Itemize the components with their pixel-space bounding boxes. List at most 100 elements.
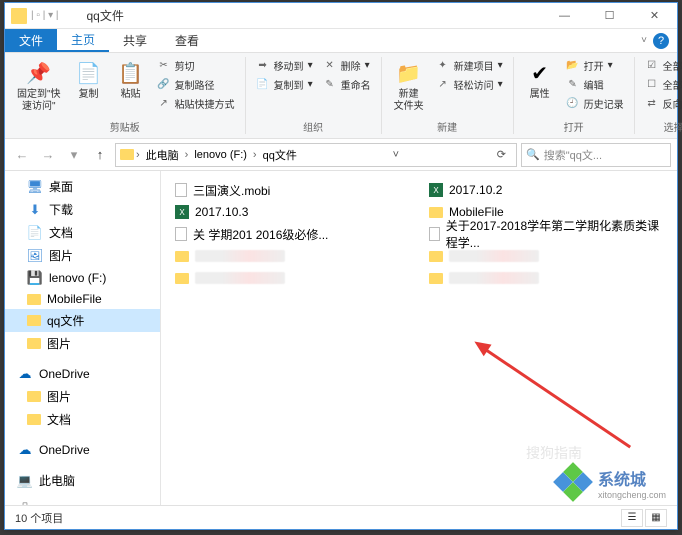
folder-icon	[27, 294, 41, 305]
pc-icon: 💻	[17, 473, 33, 489]
properties-icon: ✔	[526, 59, 554, 87]
pasteshortcut-button[interactable]: ↗粘贴快捷方式	[155, 95, 237, 112]
file-name	[195, 272, 285, 284]
breadcrumb-dropdown[interactable]: ˅	[387, 149, 405, 161]
selectall-button[interactable]: ☑全部选择	[643, 57, 682, 74]
copyto-button[interactable]: 📄复制到 ▾	[254, 76, 315, 93]
navigation-pane[interactable]: 🖥桌面 ⬇下载 📄文档 🖼图片 💾lenovo (F:) MobileFile …	[5, 171, 161, 505]
tab-view[interactable]: 查看	[161, 29, 213, 52]
nav-documents[interactable]: 📄文档	[5, 221, 160, 244]
details-view-button[interactable]: ☰	[621, 509, 643, 527]
file-name	[449, 272, 539, 284]
newitem-icon: ✦	[436, 59, 450, 73]
search-input[interactable]: 🔍 搜索"qq文...	[521, 143, 671, 167]
paste-button[interactable]: 📋 粘贴	[113, 57, 149, 117]
rename-button[interactable]: ✎重命名	[321, 76, 373, 93]
selectnone-button[interactable]: ☐全部取消	[643, 76, 682, 93]
rename-icon: ✎	[323, 78, 337, 92]
moveto-button[interactable]: ➡移动到 ▾	[254, 57, 315, 74]
up-button[interactable]: ↑	[89, 144, 111, 166]
file-item[interactable]	[419, 267, 673, 289]
easyaccess-button[interactable]: ↗轻松访问 ▾	[434, 76, 505, 93]
icons-view-button[interactable]: ▦	[645, 509, 667, 527]
chevron-right-icon[interactable]: ›	[251, 149, 259, 161]
easy-icon: ↗	[436, 78, 450, 92]
nav-lenovo-drive[interactable]: 💾lenovo (F:)	[5, 267, 160, 289]
group-label-organize: 组织	[254, 117, 373, 134]
nav-network[interactable]: 🖧网络	[5, 500, 160, 505]
tab-home[interactable]: 主页	[57, 29, 109, 52]
ribbon-tabs: 文件 主页 共享 查看 ˅ ?	[5, 29, 677, 53]
copy-button[interactable]: 📄 复制	[71, 57, 107, 117]
invert-button[interactable]: ⇄反向选择	[643, 95, 682, 112]
recent-button[interactable]: ▾	[63, 144, 85, 166]
file-item[interactable]	[165, 245, 419, 267]
nav-pictures3[interactable]: 图片	[5, 385, 160, 408]
file-item[interactable]: 三国演义.mobi	[165, 179, 419, 201]
view-toggle: ☰ ▦	[621, 509, 667, 527]
edit-button[interactable]: ✎编辑	[564, 76, 626, 93]
nav-pictures2[interactable]: 图片	[5, 332, 160, 355]
cut-icon: ✂	[157, 59, 171, 73]
xls-icon: X	[429, 183, 443, 197]
chevron-right-icon[interactable]: ›	[134, 149, 142, 161]
file-name: 2017.10.2	[449, 183, 502, 197]
nav-qqfiles[interactable]: qq文件	[5, 309, 160, 332]
breadcrumb-folder[interactable]: qq文件	[259, 147, 301, 163]
file-list[interactable]: 三国演义.mobiX2017.10.3关 学期201 2016级必修... X2…	[161, 171, 677, 505]
window-title: qq文件	[58, 7, 542, 24]
titlebar: | ▫ | ▾ | qq文件 — ☐ ✕	[5, 3, 677, 29]
open-button[interactable]: 📂打开 ▾	[564, 57, 626, 74]
history-button[interactable]: 🕘历史记录	[564, 95, 626, 112]
nav-mobilefile[interactable]: MobileFile	[5, 289, 160, 309]
minimize-button[interactable]: —	[542, 3, 587, 29]
path-icon: 🔗	[157, 78, 171, 92]
selectall-icon: ☑	[645, 59, 659, 73]
maximize-button[interactable]: ☐	[587, 3, 632, 29]
file-item[interactable]: X 2017.10.2	[419, 179, 673, 201]
ribbon-expand-icon[interactable]: ˅	[641, 35, 647, 46]
file-item[interactable]: 关 学期201 2016级必修...	[165, 223, 419, 245]
nav-pictures[interactable]: 🖼图片	[5, 244, 160, 267]
download-icon: ⬇	[27, 202, 43, 218]
folder-icon	[175, 251, 189, 262]
nav-downloads[interactable]: ⬇下载	[5, 198, 160, 221]
close-button[interactable]: ✕	[632, 3, 677, 29]
breadcrumb[interactable]: › 此电脑 › lenovo (F:) › qq文件 ˅ ⟳	[115, 143, 517, 167]
nav-desktop[interactable]: 🖥桌面	[5, 175, 160, 198]
delete-button[interactable]: ✕删除 ▾	[321, 57, 373, 74]
open-icon: 📂	[566, 59, 580, 73]
nav-onedrive[interactable]: ☁OneDrive	[5, 363, 160, 385]
breadcrumb-drive[interactable]: lenovo (F:)	[190, 149, 251, 161]
properties-button[interactable]: ✔ 属性	[522, 57, 558, 117]
file-item[interactable]: 关于2017-2018学年第二学期化素质类课程学...	[419, 223, 673, 245]
newfolder-button[interactable]: 📁 新建 文件夹	[390, 57, 428, 117]
nav-documents2[interactable]: 文档	[5, 408, 160, 431]
copypath-button[interactable]: 🔗复制路径	[155, 76, 237, 93]
chevron-right-icon[interactable]: ›	[183, 149, 191, 161]
file-item[interactable]: X2017.10.3	[165, 201, 419, 223]
tab-share[interactable]: 共享	[109, 29, 161, 52]
help-icon[interactable]: ?	[653, 33, 669, 49]
tab-file[interactable]: 文件	[5, 29, 57, 52]
cut-button[interactable]: ✂剪切	[155, 57, 237, 74]
nav-onedrive2[interactable]: ☁OneDrive	[5, 439, 160, 461]
newfolder-icon: 📁	[395, 59, 423, 87]
invert-icon: ⇄	[645, 97, 659, 111]
file-name: 2017.10.3	[195, 205, 248, 219]
ribbon-group-open: ✔ 属性 📂打开 ▾ ✎编辑 🕘历史记录 打开	[514, 57, 635, 134]
forward-button[interactable]: →	[37, 144, 59, 166]
copy-icon: 📄	[75, 59, 103, 87]
file-icon	[175, 183, 187, 197]
refresh-button[interactable]: ⟳	[491, 148, 512, 161]
breadcrumb-thispc[interactable]: 此电脑	[142, 147, 183, 163]
back-button[interactable]: ←	[11, 144, 33, 166]
pin-button[interactable]: 📌 固定到"快 速访问"	[13, 57, 65, 117]
nav-thispc[interactable]: 💻此电脑	[5, 469, 160, 492]
edit-icon: ✎	[566, 78, 580, 92]
pin-icon: 📌	[25, 59, 53, 87]
folder-icon	[27, 315, 41, 326]
file-item[interactable]	[165, 267, 419, 289]
newitem-button[interactable]: ✦新建项目 ▾	[434, 57, 505, 74]
address-bar: ← → ▾ ↑ › 此电脑 › lenovo (F:) › qq文件 ˅ ⟳ 🔍…	[5, 139, 677, 171]
